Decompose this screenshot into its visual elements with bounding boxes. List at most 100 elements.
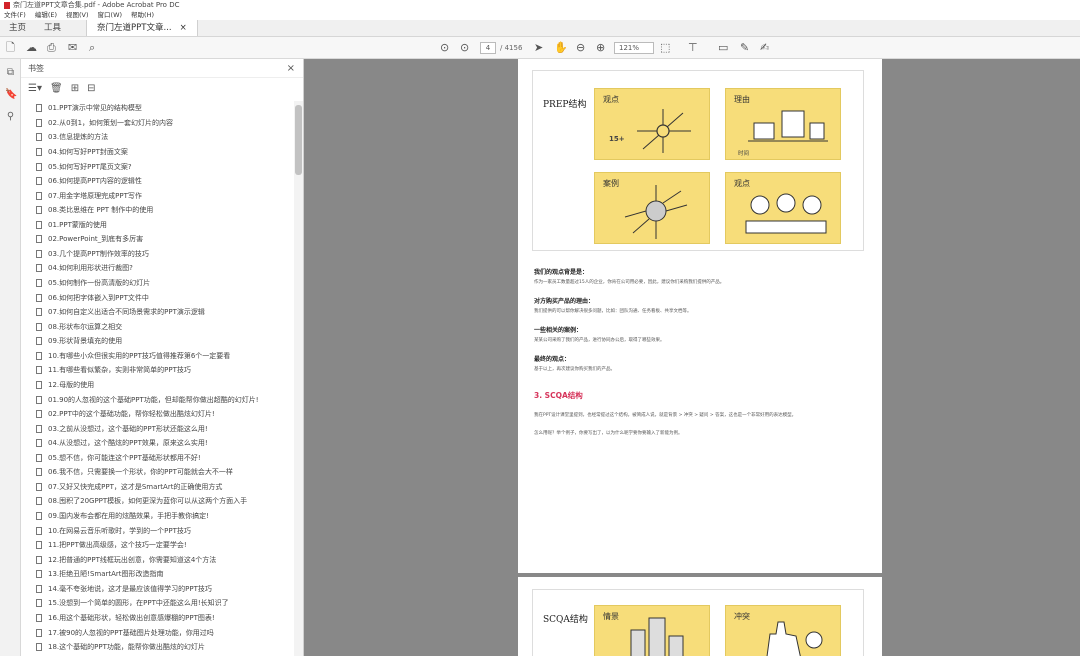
bookmark-item[interactable]: 11.有哪些看似繁杂，实则非常简单的PPT技巧 [21,363,293,378]
menu-file[interactable]: 文件(F) [4,10,26,20]
bookmark-item-label: 03.几个提高PPT制作效率的技巧 [48,249,149,258]
bookmark-item-label: 10.在网易云音乐听歌时，学到的一个PPT技巧 [48,526,191,535]
bookmark-item-icon [36,410,42,419]
bookmark-item[interactable]: 06.如何提高PPT内容的逻辑性 [21,174,293,189]
scrollbar-thumb[interactable] [295,105,302,175]
bookmark-item[interactable]: 04.如何写好PPT封面文案 [21,145,293,160]
block-body: 基于以上，再次建议你购买我们的产品。 [534,367,615,372]
bookmark-item-icon [36,599,42,608]
slide-panel-case: 案例 [594,172,710,244]
bookmark-item-label: 17.被90的人忽视的PPT基础图片处理功能，你用过吗 [48,628,214,637]
upload-icon[interactable]: ☁ [26,41,37,55]
bookmark-item[interactable]: 05.如何制作一份高清版的幻灯片 [21,276,293,291]
section-heading: 3. SCQA结构 [534,390,864,401]
close-panel-icon[interactable]: × [287,59,295,78]
menu-view[interactable]: 视图(V) [66,10,89,20]
select-tool-icon[interactable]: ➤ [534,41,543,55]
bookmark-item[interactable]: 07.如何自定义出适合不同场景需求的PPT演示逻辑 [21,305,293,320]
bookmarks-scrollbar[interactable] [294,101,303,656]
bookmark-item-label: 07.如何自定义出适合不同场景需求的PPT演示逻辑 [48,308,205,317]
search-icon[interactable]: ⌕ [89,41,95,55]
desk-illustration [748,110,828,142]
print-icon[interactable]: ⎙ [47,41,56,55]
bookmark-item[interactable]: 10.在网易云音乐听歌时，学到的一个PPT技巧 [21,523,293,538]
expand-bookmark-icon[interactable]: ⊟ [87,83,95,94]
bookmark-item[interactable]: 01.90的人忽视的这个基础PPT功能，但却能帮你做出超酷的幻灯片! [21,392,293,407]
new-bookmark-icon[interactable]: ⊞ [71,83,79,94]
bookmark-item[interactable]: 08.类比思维在 PPT 制作中的使用 [21,203,293,218]
zoom-in-icon[interactable]: ⊕ [596,41,605,55]
bookmark-item[interactable]: 09.国内发布会都在用的炫酷效果，手把手教你搞定! [21,509,293,524]
bookmark-item[interactable]: 01.PPT蒙版的使用 [21,218,293,233]
zoom-select[interactable]: 121% [614,42,654,54]
sign-icon[interactable]: ✍ [760,41,769,55]
zoom-out-icon[interactable]: ⊖ [576,41,585,55]
bookmark-item[interactable]: 04.如何利用形状进行裁图? [21,261,293,276]
options-menu-icon[interactable]: ☰▾ [28,83,42,94]
bookmark-item[interactable]: 02.PowerPoint_到底有多厉害 [21,232,293,247]
bookmark-item[interactable]: 12.母版的使用 [21,378,293,393]
document-viewer[interactable]: PREP结构 观点 15+ 理由 时间 案例 观点 我们的观点背是是： 作为一家… [304,59,1080,656]
bookmark-item-icon [36,133,42,142]
panel-label: 案例 [603,179,619,188]
bookmark-item[interactable]: 02.PPT中的这个基础功能，帮你轻松做出酷炫幻灯片! [21,407,293,422]
bookmark-item[interactable]: 02.从0到1，如何策划一套幻灯片的内容 [21,116,293,131]
close-tab-icon[interactable]: × [180,20,187,36]
window-titlebar: 奈门左道PPT文章合集.pdf - Adobe Acrobat Pro DC [0,0,1080,10]
bookmark-item[interactable]: 03.几个提高PPT制作效率的技巧 [21,247,293,262]
tab-tools[interactable]: 工具 [35,20,70,36]
tab-home[interactable]: 主页 [0,20,35,36]
page-number-input[interactable]: 4 [480,42,496,54]
bookmark-item[interactable]: 07.用金字塔原理完成PPT写作 [21,188,293,203]
menu-help[interactable]: 帮助(H) [131,10,154,20]
bookmark-item[interactable]: 03.信息提炼的方法 [21,130,293,145]
section-paragraph: 我在PPT设计课堂里提到，也经常提过这个结构。被简成人说，就是背景 > 冲突 >… [534,409,864,418]
bookmark-item[interactable]: 13.拒绝丑陋!SmartArt图形改造指南 [21,567,293,582]
bookmark-item[interactable]: 12.把普通的PPT线框玩出创意，你需要知道这4个方法 [21,552,293,567]
bookmark-item[interactable]: 05.如何写好PPT尾页文案? [21,159,293,174]
fit-page-icon[interactable]: ⬚ [660,41,670,55]
create-pdf-icon[interactable]: 🗋 [6,41,15,55]
bookmark-item[interactable]: 01.PPT演示中常见的结构模型 [21,101,293,116]
bookmark-item[interactable]: 03.之前从没想过，这个基础的PPT形状还能这么用! [21,421,293,436]
bookmark-item[interactable]: 18.这个基础的PPT功能，能帮你做出酷炫的幻灯片 [21,640,293,655]
bookmark-item-label: 09.形状背景填充的使用 [48,337,123,346]
bookmarks-header: 书签 × [21,59,303,78]
bookmark-item[interactable]: 14.毫不夸张地说，这才是最应该值得学习的PPT技巧 [21,582,293,597]
text-block: 最终的观点： 基于以上，再次建议你购买我们的产品。 [534,354,864,372]
bookmark-item[interactable]: 06.如何把字体嵌入到PPT文件中 [21,290,293,305]
bookmark-item-icon [36,249,42,258]
bookmark-item[interactable]: 05.想不信，你可能连这个PPT基础形状都用不好! [21,451,293,466]
slide-panel-situation: 情景 [594,605,710,656]
previous-page-icon[interactable]: ⊙ [440,41,449,55]
menu-window[interactable]: 窗口(W) [98,10,123,20]
comment-icon[interactable]: ▭ [718,41,728,55]
bookmark-item[interactable]: 08.囤积了20GPPT模板，如何更深为蓝你可以从这两个方面入手 [21,494,293,509]
bookmark-item[interactable]: 04.从没想过，这个酷炫的PPT效果，原来这么实用! [21,436,293,451]
bookmark-item-icon [36,147,42,156]
slide-panel-conflict: 冲突 [725,605,841,656]
bookmark-item[interactable]: 08.形状布尔运算之相交 [21,319,293,334]
tab-document[interactable]: 奈门左道PPT文章... × [86,20,198,36]
bookmark-item[interactable]: 07.又好又快完成PPT，这才是SmartArt的正确使用方式 [21,480,293,495]
bookmark-item[interactable]: 15.没想到一个简单的圆形，在PPT中还能这么用!长知识了 [21,596,293,611]
bookmark-item[interactable]: 10.有哪些小众但很实用的PPT技巧值得推荐第6个一定要看 [21,349,293,364]
bookmark-icon[interactable]: 🔖 [5,89,17,100]
bookmark-item[interactable]: 11.把PPT做出高级感，这个技巧一定要学会! [21,538,293,553]
attachment-icon[interactable]: ⚲ [5,111,16,122]
hand-tool-icon[interactable]: ✋ [554,41,568,55]
paragraph-text: 我在PPT设计课堂里提到，也经常提过这个结构。被简成人说，就是背景 > 冲突 >… [534,413,797,418]
bookmark-item[interactable]: 16.用这个基础形状，轻松做出创意感爆棚的PPT图表! [21,611,293,626]
scroll-mode-icon[interactable]: ⊤ [688,41,698,55]
bookmark-item-label: 15.没想到一个简单的圆形，在PPT中还能这么用!长知识了 [48,599,229,608]
bookmark-item-icon [36,584,42,593]
menu-edit[interactable]: 编辑(E) [35,10,57,20]
highlight-pen-icon[interactable]: ✎ [740,41,749,55]
page-thumbnails-icon[interactable]: ⧉ [5,67,16,78]
bookmark-item[interactable]: 17.被90的人忽视的PPT基础图片处理功能，你用过吗 [21,625,293,640]
bookmark-item[interactable]: 09.形状背景填充的使用 [21,334,293,349]
delete-bookmark-icon[interactable]: 🗑 [50,83,63,94]
next-page-icon[interactable]: ⊙ [460,41,469,55]
bookmark-item[interactable]: 06.我不信，只需要换一个形状，你的PPT可能就会大不一样 [21,465,293,480]
email-icon[interactable]: ✉ [68,41,77,55]
